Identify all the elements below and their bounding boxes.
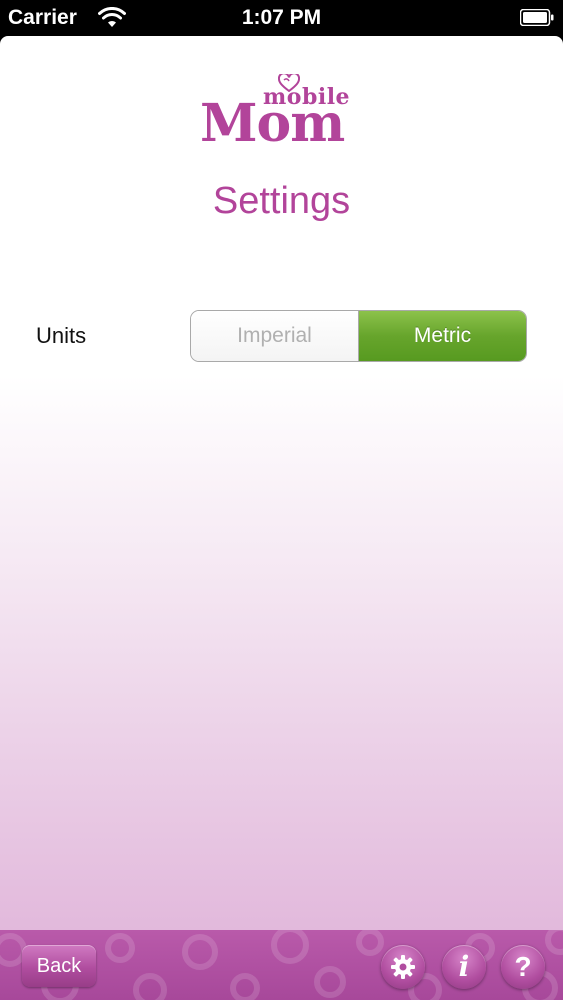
- back-button[interactable]: Back: [22, 945, 96, 987]
- status-bar: Carrier 1:07 PM: [0, 0, 563, 36]
- gear-icon: [391, 955, 415, 979]
- settings-screen: mobile Mom Settings Units Imperial Metri…: [0, 36, 563, 930]
- logo-mom-text: Mom: [200, 93, 345, 154]
- help-icon: ?: [514, 951, 532, 982]
- info-button[interactable]: i: [442, 945, 486, 989]
- help-button[interactable]: ?: [501, 945, 545, 989]
- settings-button[interactable]: [381, 945, 425, 989]
- bottom-toolbar: Back i ?: [0, 930, 563, 1000]
- units-label: Units: [36, 323, 87, 348]
- app-logo: mobile Mom: [200, 74, 365, 154]
- units-segmented-control[interactable]: Imperial Metric: [190, 310, 527, 362]
- battery-icon: [520, 9, 554, 26]
- info-icon: i: [458, 950, 470, 983]
- units-option-imperial[interactable]: Imperial: [191, 311, 359, 361]
- units-option-metric[interactable]: Metric: [359, 311, 526, 361]
- page-title: Settings: [212, 180, 351, 222]
- status-time: 1:07 PM: [241, 6, 322, 29]
